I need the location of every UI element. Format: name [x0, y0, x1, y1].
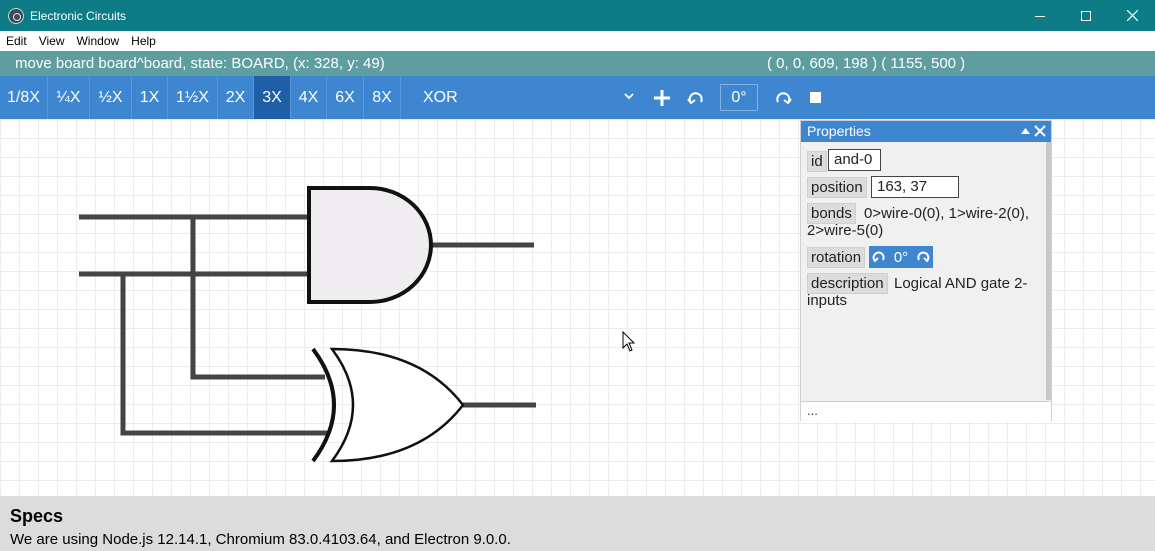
specs-section: Specs We are using Node.js 12.14.1, Chro… — [0, 496, 1155, 551]
toolbar: 1/8X ¼X ½X 1X 1½X 2X 3X 4X 6X 8X XOR 0° — [0, 76, 1155, 119]
prop-position-label: position — [807, 177, 867, 198]
properties-scrollbar[interactable] — [1046, 142, 1051, 400]
gate-type-select[interactable]: XOR — [401, 76, 645, 119]
properties-title: Properties — [807, 123, 871, 139]
zoom-8x-button[interactable]: 8X — [364, 76, 401, 119]
minimize-button[interactable] — [1017, 0, 1063, 31]
prop-position-input[interactable]: 163, 37 — [871, 176, 959, 198]
specs-text: We are using Node.js 12.14.1, Chromium 8… — [10, 531, 511, 548]
properties-footer: ... — [801, 401, 1051, 421]
close-icon — [1126, 10, 1138, 21]
stop-icon — [810, 91, 821, 103]
gate-select-value: XOR — [423, 88, 458, 106]
prop-bonds-value: 0>wire-0(0), 1>wire-2(0), 2>wire-5(0) — [807, 205, 1030, 239]
window-title: Electronic Circuits — [30, 8, 127, 23]
zoom-4x-button[interactable]: 4X — [291, 76, 327, 119]
menu-view[interactable]: View — [33, 31, 71, 51]
window-controls — [1017, 0, 1155, 31]
close-panel-icon[interactable] — [1034, 125, 1046, 137]
specs-title: Specs — [10, 506, 64, 526]
plus-icon — [654, 89, 670, 106]
close-window-button[interactable] — [1109, 0, 1155, 31]
status-bounds-text: ( 0, 0, 609, 198 ) ( 1155, 500 ) — [767, 55, 966, 72]
maximize-icon — [1081, 10, 1091, 21]
properties-header: Properties — [801, 121, 1051, 142]
rotate-left-icon — [687, 91, 703, 104]
zoom-6x-button[interactable]: 6X — [327, 76, 364, 119]
rotate-right-button[interactable] — [766, 76, 800, 119]
xor-gate[interactable] — [329, 347, 465, 463]
title-bar: Electronic Circuits — [0, 0, 1155, 31]
prop-id-label: id — [807, 151, 827, 172]
zoom-3x-button[interactable]: 3X — [254, 76, 291, 119]
add-component-button[interactable] — [645, 76, 679, 119]
prop-rotation-control: 0° — [869, 246, 933, 268]
rotate-right-icon[interactable] — [916, 250, 930, 264]
menu-bar: Edit View Window Help — [0, 31, 1155, 51]
and-gate[interactable] — [307, 186, 433, 304]
zoom-1-5x-button[interactable]: 1½X — [168, 76, 218, 119]
zoom-1x-button[interactable]: 1X — [132, 76, 168, 119]
rotate-left-icon[interactable] — [872, 250, 886, 264]
prop-rotation-label: rotation — [807, 247, 866, 268]
rotate-left-button[interactable] — [679, 76, 713, 119]
collapse-up-icon[interactable] — [1020, 126, 1031, 136]
properties-panel: Properties id and-0 position 163, 37 bon… — [800, 120, 1052, 421]
status-state-text: move board board^board, state: BOARD, (x… — [15, 55, 385, 72]
rotate-right-icon — [776, 91, 792, 104]
prop-id-input[interactable]: and-0 — [828, 149, 881, 171]
minimize-icon — [1035, 15, 1045, 17]
zoom-2x-button[interactable]: 2X — [218, 76, 254, 119]
menu-window[interactable]: Window — [70, 31, 125, 51]
stop-button[interactable] — [799, 76, 833, 119]
xor-gate-back-curve — [311, 347, 336, 463]
chevron-down-icon — [624, 93, 634, 100]
rotation-angle-field[interactable]: 0° — [720, 84, 758, 111]
status-bar: move board board^board, state: BOARD, (x… — [0, 51, 1155, 76]
zoom-quarter-button[interactable]: ¼X — [48, 76, 90, 119]
circuit-diagram[interactable] — [0, 119, 800, 496]
zoom-half-button[interactable]: ½X — [90, 76, 132, 119]
mouse-cursor-icon — [622, 331, 636, 352]
menu-edit[interactable]: Edit — [0, 31, 33, 51]
zoom-1-8x-button[interactable]: 1/8X — [0, 76, 48, 119]
wire-xor-input-b[interactable] — [120, 274, 329, 436]
prop-rotation-value: 0° — [893, 248, 909, 266]
maximize-button[interactable] — [1063, 0, 1109, 31]
prop-description-value: Logical AND gate 2-inputs — [807, 275, 1028, 309]
wire-xor-input-a[interactable] — [190, 217, 325, 380]
app-logo-icon — [8, 7, 24, 24]
menu-help[interactable]: Help — [125, 31, 162, 51]
